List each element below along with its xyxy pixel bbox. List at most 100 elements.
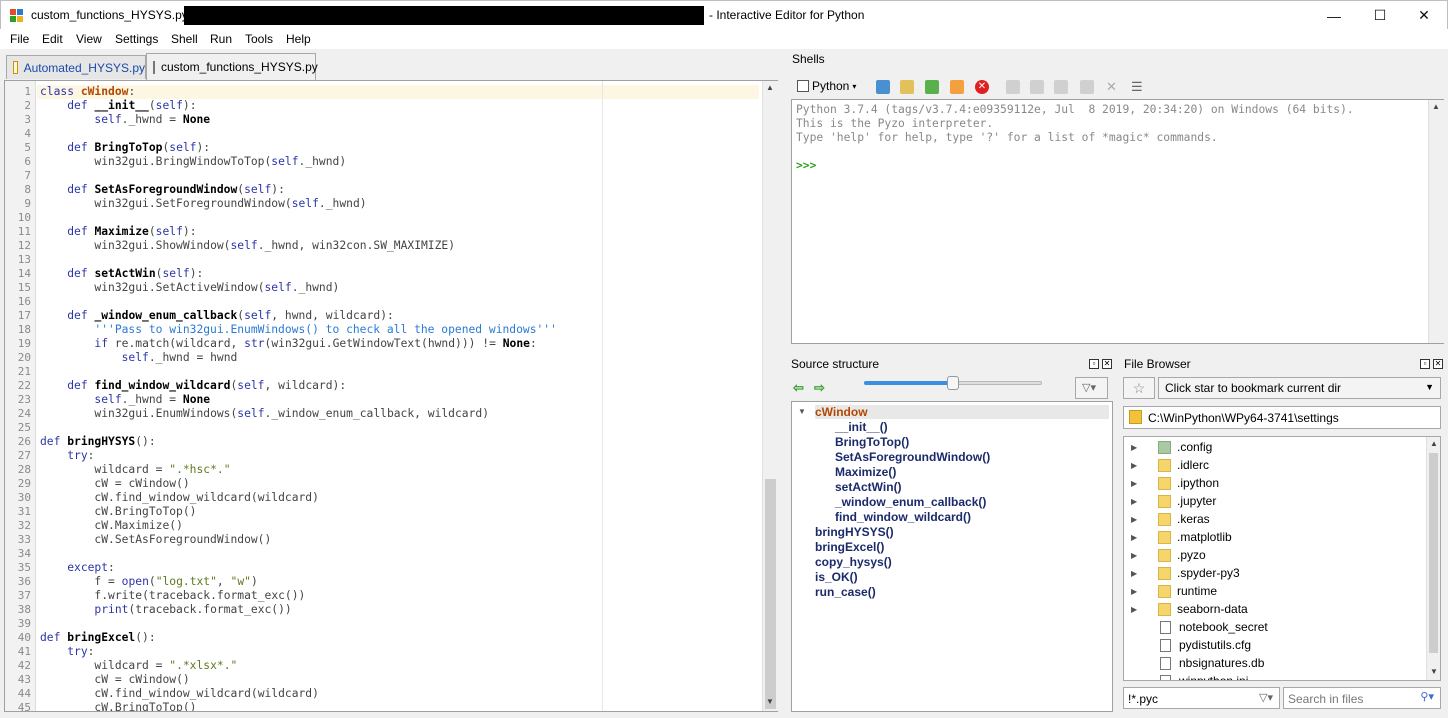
code-line[interactable]: [40, 547, 760, 561]
tree-item[interactable]: copy_hysys(): [815, 555, 892, 569]
code-line[interactable]: def find_window_wildcard(self, wildcard)…: [40, 379, 760, 393]
code-line[interactable]: win32gui.BringWindowToTop(self._hwnd): [40, 155, 760, 169]
code-line[interactable]: def _window_enum_callback(self, hwnd, wi…: [40, 309, 760, 323]
code-line[interactable]: cW.Maximize(): [40, 519, 760, 533]
code-line[interactable]: except:: [40, 561, 760, 575]
expand-arrow-icon[interactable]: ▶: [1131, 533, 1141, 542]
shell-console[interactable]: Python 3.7.4 (tags/v3.7.4:e09359112e, Ju…: [791, 99, 1444, 344]
edit-config-icon[interactable]: [900, 80, 914, 94]
code-line[interactable]: self._hwnd = None: [40, 113, 760, 127]
menu-help[interactable]: Help: [286, 32, 311, 46]
expand-arrow-icon[interactable]: ▶: [1131, 515, 1141, 524]
debug-step-out-icon[interactable]: [1080, 80, 1094, 94]
expand-arrow-icon[interactable]: ▼: [798, 407, 806, 416]
slider-handle[interactable]: [947, 376, 959, 390]
tree-item[interactable]: bringHYSYS(): [815, 525, 894, 539]
expand-arrow-icon[interactable]: ▶: [1131, 443, 1141, 452]
search-in-files-input[interactable]: Search in files ⚲▾: [1283, 687, 1441, 709]
code-line[interactable]: print(traceback.format_exc()): [40, 603, 760, 617]
filter-icon[interactable]: ▽▾: [1259, 691, 1273, 704]
code-line[interactable]: cW = cWindow(): [40, 673, 760, 687]
bookmark-star-button[interactable]: ☆: [1123, 377, 1155, 399]
code-editor[interactable]: 1 2 3 4 5 6 7 8 9 10 11 12 13 14 15 16 17 18 19 20 21 22 23 24 2…: [4, 80, 778, 714]
code-line[interactable]: def __init__(self):: [40, 99, 760, 113]
expand-arrow-icon[interactable]: ▶: [1131, 479, 1141, 488]
menu-edit[interactable]: Edit: [42, 32, 63, 46]
debug-step-in-icon[interactable]: [1054, 80, 1068, 94]
expand-arrow-icon[interactable]: ▶: [1131, 551, 1141, 560]
tree-item[interactable]: setActWin(): [835, 480, 902, 494]
debug-continue-icon[interactable]: [1006, 80, 1020, 94]
expand-arrow-icon[interactable]: ▶: [1131, 569, 1141, 578]
code-line[interactable]: win32gui.SetForegroundWindow(self._hwnd): [40, 197, 760, 211]
code-line[interactable]: f.write(traceback.format_exc()): [40, 589, 760, 603]
tree-item[interactable]: cWindow ▼: [798, 405, 1109, 419]
menu-view[interactable]: View: [76, 32, 102, 46]
file-item[interactable]: nbsignatures.db: [1124, 654, 1424, 672]
folder-item[interactable]: ▶ .ipython: [1124, 474, 1424, 492]
tree-item[interactable]: BringToTop(): [835, 435, 909, 449]
close-button[interactable]: ✕: [1401, 1, 1447, 30]
expand-arrow-icon[interactable]: ▶: [1131, 587, 1141, 596]
scroll-down-arrow-icon[interactable]: ▼: [1430, 667, 1438, 676]
code-line[interactable]: def SetAsForegroundWindow(self):: [40, 183, 760, 197]
code-line[interactable]: try:: [40, 645, 760, 659]
code-line[interactable]: '''Pass to win32gui.EnumWindows() to che…: [40, 323, 760, 337]
close-panel-icon[interactable]: ✕: [1433, 359, 1443, 369]
code-line[interactable]: cW.find_window_wildcard(wildcard): [40, 491, 760, 505]
folder-item[interactable]: ▶ .spyder-py3: [1124, 564, 1424, 582]
folder-item[interactable]: ▶ .matplotlib: [1124, 528, 1424, 546]
filter-icon[interactable]: ▽▾: [1075, 377, 1108, 399]
code-line[interactable]: [40, 169, 760, 183]
code-text[interactable]: class cWindow: def __init__(self): self.…: [40, 85, 760, 711]
back-arrow-icon[interactable]: ⇦: [793, 380, 804, 396]
folder-item[interactable]: ▶ seaborn-data: [1124, 600, 1424, 618]
expand-arrow-icon[interactable]: ▶: [1131, 497, 1141, 506]
scroll-up-arrow-icon[interactable]: ▲: [1430, 439, 1438, 448]
folder-item[interactable]: ▶ .keras: [1124, 510, 1424, 528]
scroll-up-arrow-icon[interactable]: ▲: [1432, 102, 1440, 111]
scroll-up-arrow-icon[interactable]: ▲: [766, 83, 774, 92]
folder-item[interactable]: ▶ .pyzo: [1124, 546, 1424, 564]
tree-item[interactable]: run_case(): [815, 585, 876, 599]
undock-icon[interactable]: ▫: [1089, 359, 1099, 369]
code-line[interactable]: cW = cWindow(): [40, 477, 760, 491]
file-list[interactable]: ▲ ▼ ▶ .config ▶ .idlerc ▶ .ipython ▶ .jupyter ▶.…: [1123, 436, 1441, 681]
stack-list-icon[interactable]: ☰: [1131, 80, 1145, 94]
code-line[interactable]: def setActWin(self):: [40, 267, 760, 281]
code-line[interactable]: cW.BringToTop(): [40, 701, 760, 711]
code-line[interactable]: win32gui.ShowWindow(self._hwnd, win32con…: [40, 239, 760, 253]
menu-tools[interactable]: Tools: [245, 32, 273, 46]
scrollbar-thumb[interactable]: [1429, 453, 1438, 653]
undock-icon[interactable]: ▫: [1420, 359, 1430, 369]
shell-scrollbar[interactable]: ▲: [1428, 100, 1444, 343]
code-line[interactable]: if re.match(wildcard, str(win32gui.GetWi…: [40, 337, 760, 351]
code-line[interactable]: self._hwnd = hwnd: [40, 351, 760, 365]
tree-item[interactable]: __init__(): [835, 420, 888, 434]
code-line[interactable]: [40, 211, 760, 225]
file-item[interactable]: notebook_secret: [1124, 618, 1424, 636]
expand-arrow-icon[interactable]: ▶: [1131, 461, 1141, 470]
code-line[interactable]: def BringToTop(self):: [40, 141, 760, 155]
source-structure-tree[interactable]: cWindow ▼ __init__() BringToTop() SetAsFore…: [791, 401, 1113, 712]
menu-settings[interactable]: Settings: [115, 32, 158, 46]
minimize-button[interactable]: —: [1311, 1, 1357, 30]
python-shell-tab[interactable]: Python ▾: [797, 79, 856, 93]
scrollbar-thumb[interactable]: [765, 479, 776, 709]
code-line[interactable]: self._hwnd = None: [40, 393, 760, 407]
debug-step-icon[interactable]: [1030, 80, 1044, 94]
file-list-scrollbar[interactable]: ▲ ▼: [1426, 437, 1440, 680]
folder-item[interactable]: ▶ .jupyter: [1124, 492, 1424, 510]
code-line[interactable]: [40, 295, 760, 309]
file-item[interactable]: winpython.ini: [1124, 672, 1424, 680]
tree-item[interactable]: SetAsForegroundWindow(): [835, 450, 990, 464]
maximize-button[interactable]: ☐: [1357, 1, 1403, 30]
folder-item[interactable]: ▶ .idlerc: [1124, 456, 1424, 474]
path-input[interactable]: C:\WinPython\WPy64-3741\settings: [1123, 406, 1441, 429]
tree-item[interactable]: bringExcel(): [815, 540, 884, 554]
code-line[interactable]: cW.SetAsForegroundWindow(): [40, 533, 760, 547]
interrupt-icon[interactable]: [950, 80, 964, 94]
file-filter-input[interactable]: !*.pyc ▽▾: [1123, 687, 1280, 709]
folder-item[interactable]: ▶ .config: [1124, 438, 1424, 456]
code-line[interactable]: def bringHYSYS():: [40, 435, 760, 449]
